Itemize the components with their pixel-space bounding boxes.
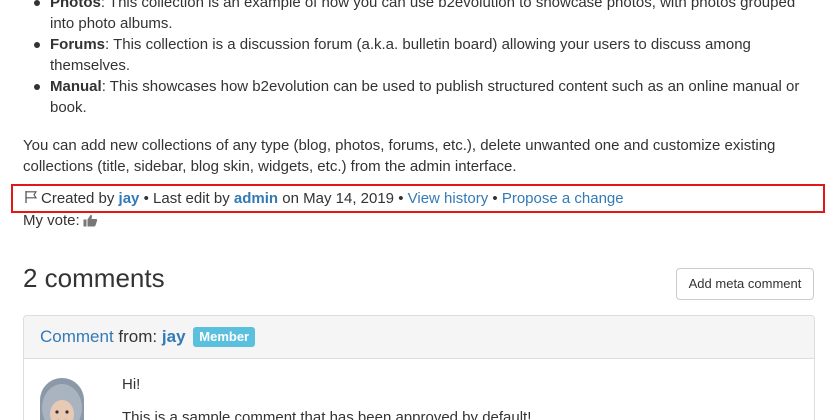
- comment-panel: Comment from: jay Member Hi! This is a s…: [23, 315, 815, 420]
- separator: •: [492, 190, 498, 207]
- collections-list: Photos: This collection is an example of…: [34, 0, 814, 118]
- comment-author-link[interactable]: jay: [162, 327, 186, 346]
- last-edit-label: Last edit by: [153, 190, 230, 207]
- comment-line: Hi!: [122, 376, 141, 393]
- comment-from-label: from:: [118, 327, 158, 346]
- flag-icon: [24, 190, 38, 204]
- page: Photos: This collection is an example of…: [0, 0, 839, 420]
- my-vote-label: My vote:: [23, 212, 80, 229]
- list-item: Manual: This showcases how b2evolution c…: [34, 76, 814, 118]
- separator: •: [398, 190, 404, 207]
- collection-description: : This collection is a discussion forum …: [50, 36, 751, 74]
- collection-description: : This collection is an example of how y…: [50, 0, 796, 32]
- member-badge: Member: [193, 327, 256, 347]
- comment-line: This is a sample comment that has been a…: [122, 409, 532, 420]
- my-vote: My vote:: [23, 211, 98, 231]
- on-label: on: [282, 190, 299, 207]
- item-info-bar: Created by jay • Last edit by admin on M…: [11, 184, 825, 213]
- collection-description: : This showcases how b2evolution can be …: [50, 78, 800, 116]
- separator: •: [143, 190, 149, 207]
- add-meta-comment-button[interactable]: Add meta comment: [676, 268, 814, 300]
- collection-term: Forums: [50, 36, 106, 53]
- view-history-link[interactable]: View history: [408, 190, 489, 207]
- comment-permalink[interactable]: Comment: [40, 327, 114, 346]
- created-by-label: Created by: [41, 190, 115, 207]
- comments-title: 2 comments: [23, 263, 165, 293]
- comment-heading: Comment from: jay Member: [24, 316, 814, 359]
- thumbs-up-icon[interactable]: [83, 213, 98, 227]
- intro-paragraph: You can add new collections of any type …: [23, 137, 776, 175]
- comment-body: Hi! This is a sample comment that has be…: [122, 375, 531, 420]
- bullet: [34, 84, 40, 90]
- collection-term: Manual: [50, 78, 102, 95]
- list-item: Forums: This collection is a discussion …: [34, 34, 814, 76]
- collection-term: Photos: [50, 0, 101, 11]
- editor-link[interactable]: admin: [234, 190, 278, 207]
- bullet: [34, 0, 40, 6]
- list-item: Photos: This collection is an example of…: [34, 0, 814, 34]
- edit-date: May 14, 2019: [303, 190, 395, 207]
- propose-change-link[interactable]: Propose a change: [502, 190, 624, 207]
- avatar[interactable]: [40, 378, 84, 420]
- creator-link[interactable]: jay: [119, 190, 140, 207]
- bullet: [34, 42, 40, 48]
